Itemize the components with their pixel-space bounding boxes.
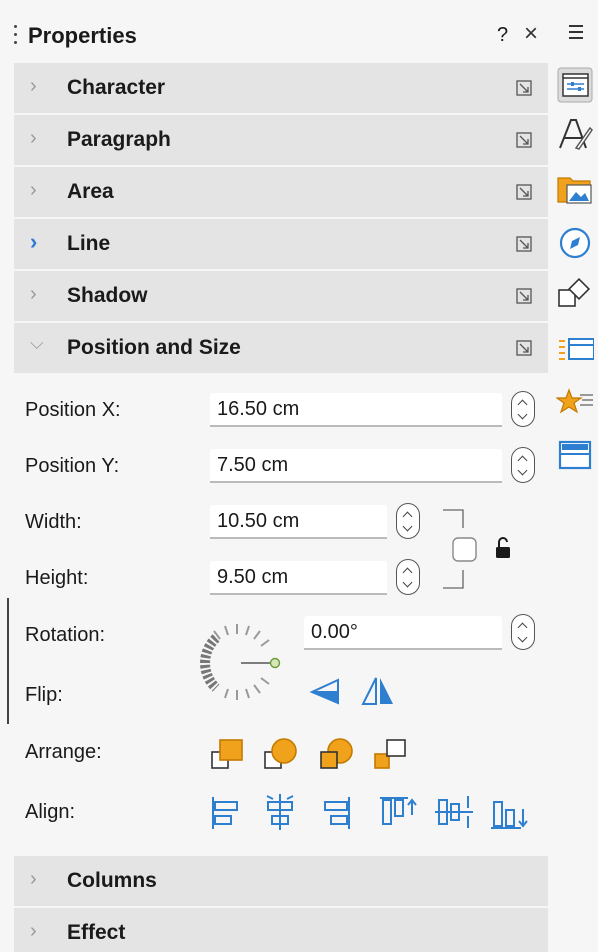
align-top-icon[interactable] xyxy=(378,795,418,829)
gallery-deck-icon[interactable] xyxy=(556,170,594,208)
chevron-right-icon: › xyxy=(30,868,37,890)
align-center-icon[interactable] xyxy=(264,793,296,831)
more-options-icon[interactable] xyxy=(516,132,532,148)
align-middle-icon[interactable] xyxy=(434,793,474,831)
hamburger-menu-icon[interactable] xyxy=(556,14,594,52)
send-to-back-icon[interactable] xyxy=(373,736,409,772)
section-area[interactable]: › Area xyxy=(14,167,548,217)
arrange-label: Arrange: xyxy=(25,741,102,763)
section-label: Columns xyxy=(67,869,157,892)
width-label: Width: xyxy=(25,511,82,533)
animation-deck-icon[interactable] xyxy=(556,384,594,422)
position-x-spinner[interactable] xyxy=(511,391,535,427)
section-label: Shadow xyxy=(67,284,148,307)
width-field[interactable]: 10.50 cm xyxy=(210,505,387,539)
flip-vertical-icon[interactable] xyxy=(307,676,341,706)
keep-ratio-control[interactable] xyxy=(440,508,520,592)
section-character[interactable]: › Character xyxy=(14,63,548,113)
align-bottom-icon[interactable] xyxy=(489,795,529,831)
align-left-icon[interactable] xyxy=(210,795,242,831)
slide-transition-deck-icon[interactable] xyxy=(556,436,594,474)
more-options-icon[interactable] xyxy=(516,236,532,252)
position-x-value: 16.50 cm xyxy=(217,398,300,420)
styles-deck-icon[interactable] xyxy=(556,116,594,154)
position-y-label: Position Y: xyxy=(25,455,120,477)
chevron-right-icon: › xyxy=(30,179,37,201)
width-value: 10.50 cm xyxy=(217,510,300,532)
rotation-spinner[interactable] xyxy=(511,614,535,650)
rotation-dial[interactable] xyxy=(196,618,286,708)
chevron-down-icon: ⌵ xyxy=(30,333,44,353)
bring-to-front-icon[interactable] xyxy=(210,736,246,772)
flip-horizontal-icon[interactable] xyxy=(360,675,396,707)
sidebar-tab-bar xyxy=(552,0,598,952)
section-line[interactable]: › Line xyxy=(14,219,548,269)
section-label: Effect xyxy=(67,921,126,944)
drag-grip-icon[interactable] xyxy=(14,24,18,46)
properties-panel: Properties ? × › Character › Paragraph ›… xyxy=(0,0,552,952)
flip-label: Flip: xyxy=(25,684,63,706)
chevron-right-icon: › xyxy=(30,127,37,149)
position-y-value: 7.50 cm xyxy=(217,454,289,476)
chevron-right-icon: › xyxy=(30,920,37,942)
shapes-deck-icon[interactable] xyxy=(556,276,594,314)
section-paragraph[interactable]: › Paragraph xyxy=(14,115,548,165)
rotation-value: 0.00° xyxy=(311,621,358,643)
panel-title: Properties xyxy=(28,23,137,48)
chevron-right-icon: › xyxy=(30,75,37,97)
lock-open-icon xyxy=(496,537,510,558)
section-position-and-size[interactable]: ⌵ Position and Size xyxy=(14,323,548,373)
position-y-field[interactable]: 7.50 cm xyxy=(210,449,502,483)
chevron-right-icon: › xyxy=(30,229,38,254)
bring-forward-icon[interactable] xyxy=(263,736,299,772)
more-options-icon[interactable] xyxy=(516,184,532,200)
help-button[interactable]: ? xyxy=(497,24,508,47)
more-options-icon[interactable] xyxy=(516,288,532,304)
rotation-label: Rotation: xyxy=(25,624,106,646)
rotation-field[interactable]: 0.00° xyxy=(304,616,502,650)
position-y-spinner[interactable] xyxy=(511,447,535,483)
section-label: Area xyxy=(67,180,114,203)
width-spinner[interactable] xyxy=(396,503,420,539)
position-x-label: Position X: xyxy=(25,399,121,421)
height-label: Height: xyxy=(25,567,89,589)
align-right-icon[interactable] xyxy=(320,795,352,831)
slide-layouts-deck-icon[interactable] xyxy=(556,330,594,368)
panel-titlebar: Properties ? × xyxy=(0,10,552,60)
navigator-deck-icon[interactable] xyxy=(556,224,594,262)
section-columns[interactable]: › Columns xyxy=(14,856,548,906)
section-effect[interactable]: › Effect xyxy=(14,908,548,952)
more-options-icon[interactable] xyxy=(516,340,532,356)
section-shadow[interactable]: › Shadow xyxy=(14,271,548,321)
height-spinner[interactable] xyxy=(396,559,420,595)
height-field[interactable]: 9.50 cm xyxy=(210,561,387,595)
section-label: Character xyxy=(67,76,166,99)
focus-indicator xyxy=(7,598,9,724)
height-value: 9.50 cm xyxy=(217,566,289,588)
position-x-field[interactable]: 16.50 cm xyxy=(210,393,502,427)
close-button[interactable]: × xyxy=(524,20,538,48)
more-options-icon[interactable] xyxy=(516,80,532,96)
properties-deck-icon[interactable] xyxy=(556,66,594,104)
section-label: Paragraph xyxy=(67,128,171,151)
section-label: Position and Size xyxy=(67,336,241,359)
align-label: Align: xyxy=(25,801,76,823)
section-label: Line xyxy=(67,232,111,255)
send-backward-icon[interactable] xyxy=(319,736,355,772)
chevron-right-icon: › xyxy=(30,283,37,305)
